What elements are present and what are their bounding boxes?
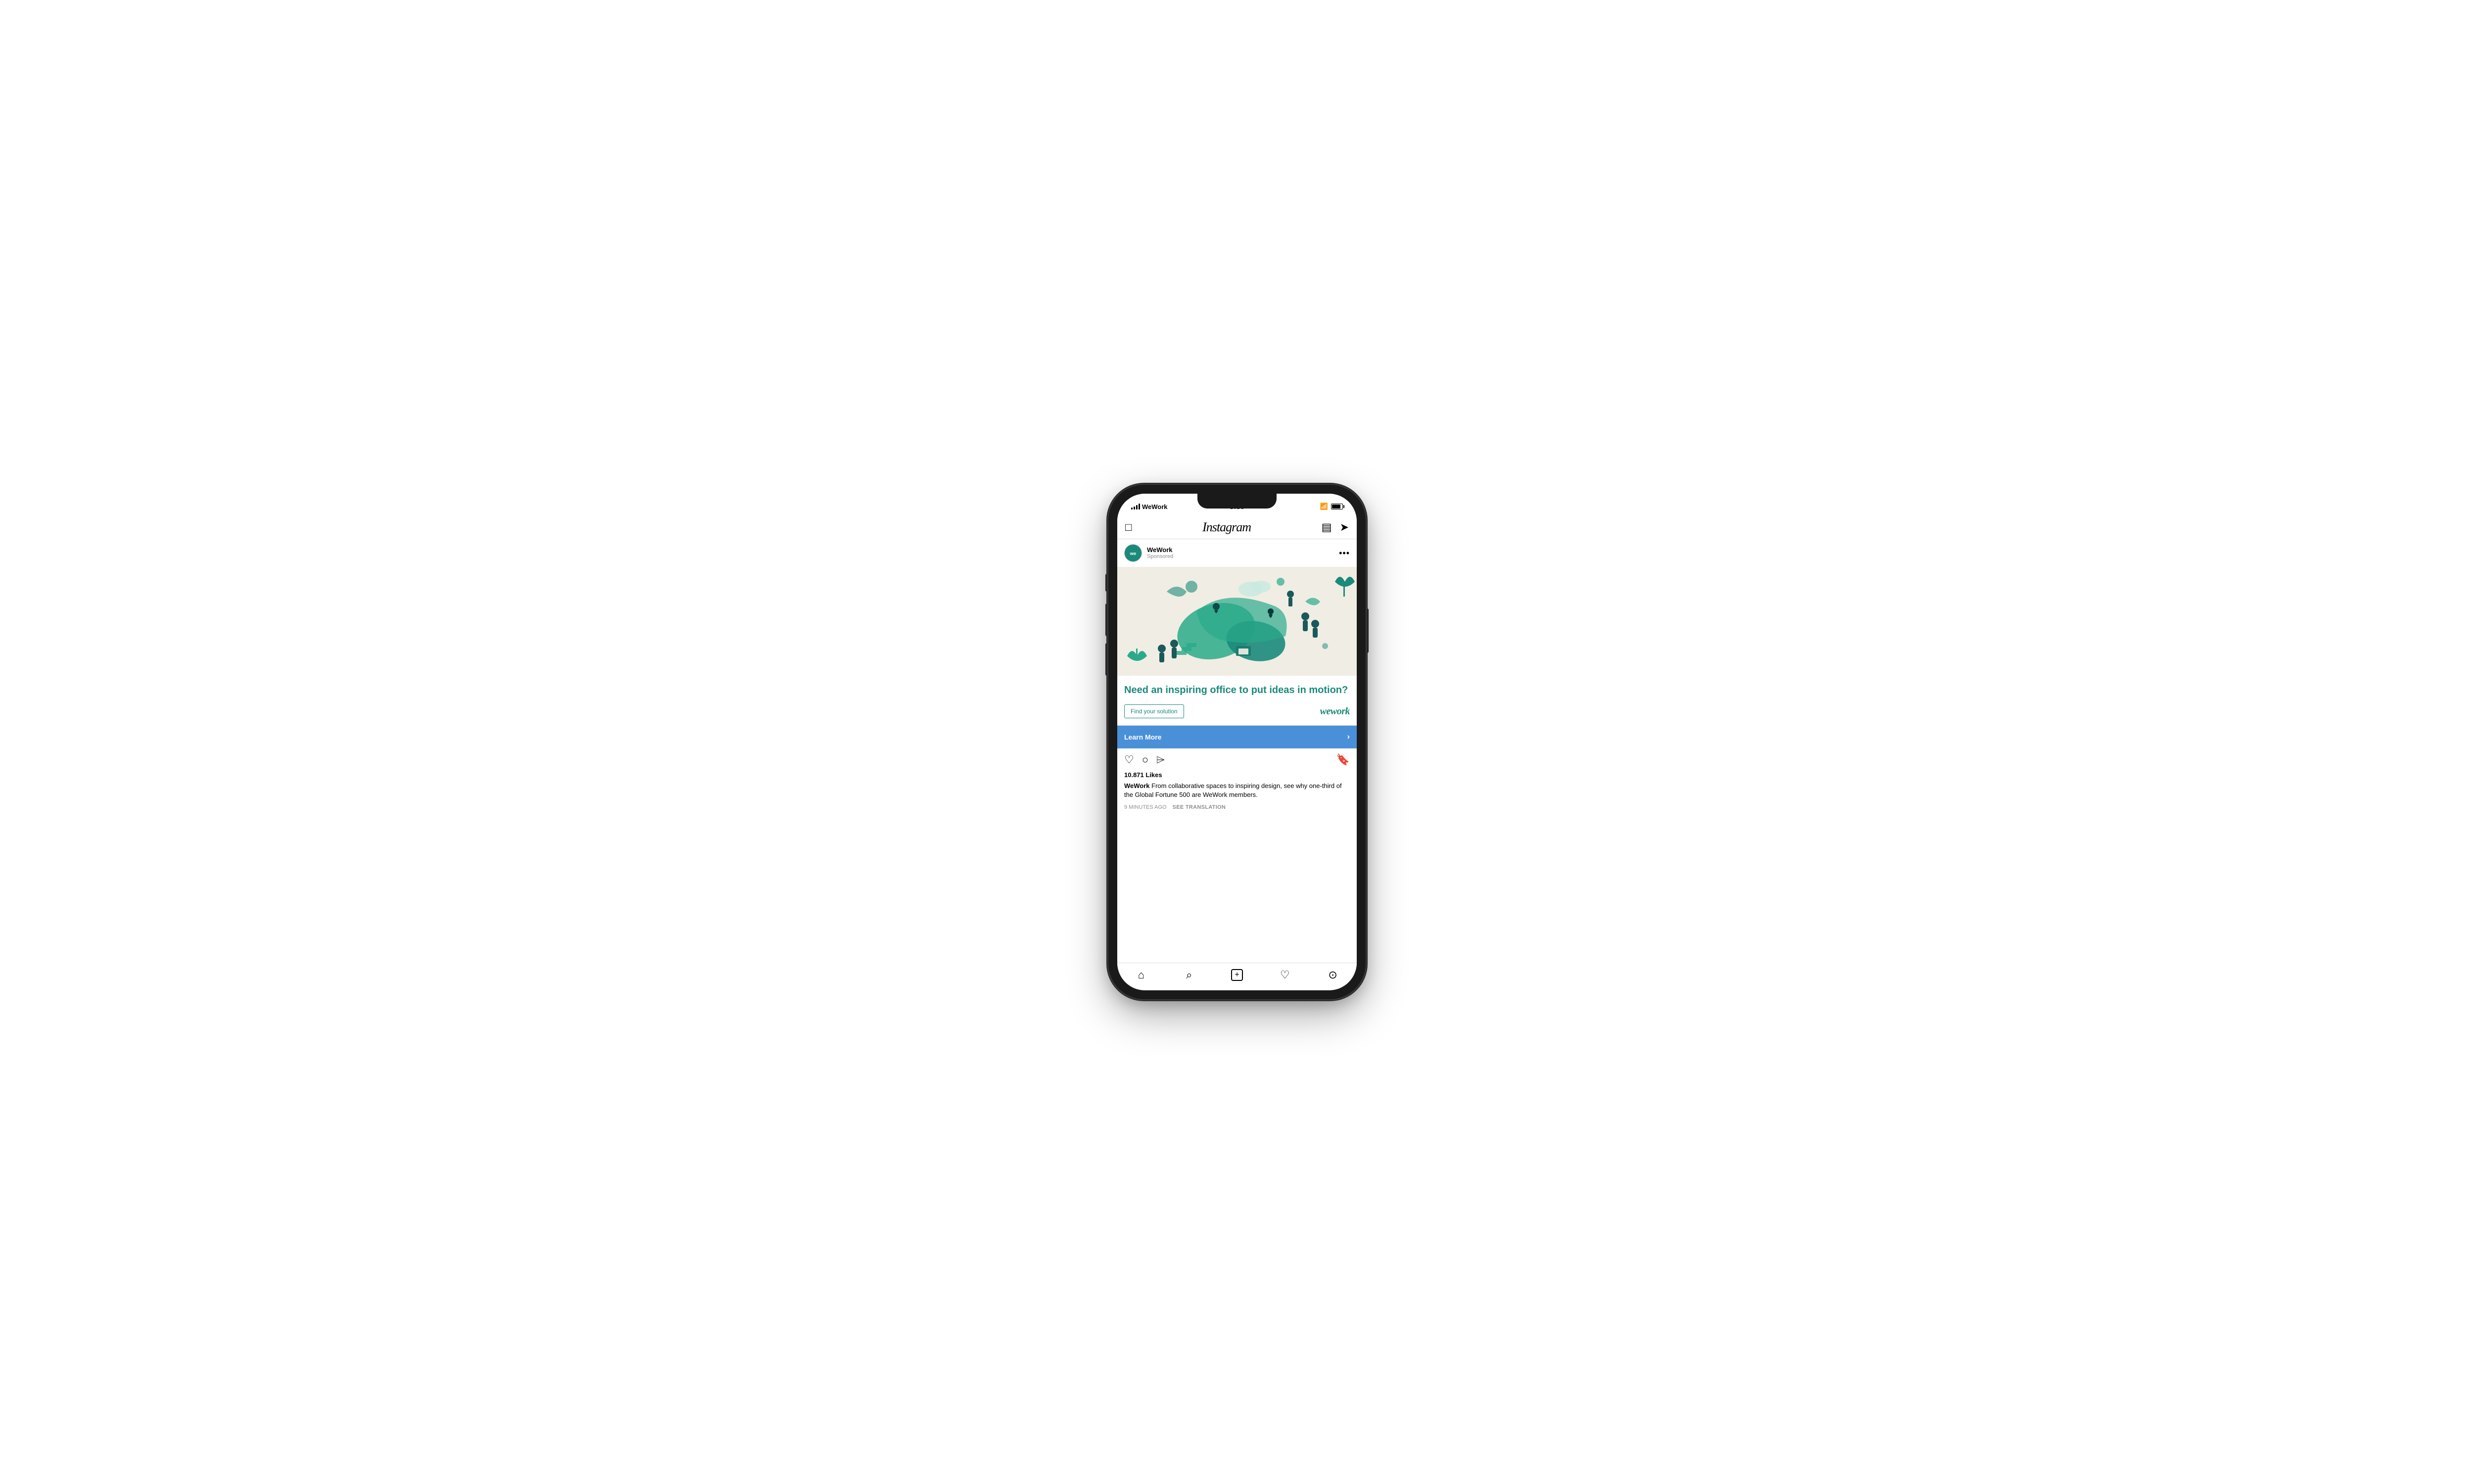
author-name: WeWork bbox=[1147, 546, 1173, 554]
signal-bar-4 bbox=[1139, 504, 1140, 510]
sponsored-label: Sponsored bbox=[1147, 554, 1173, 560]
learn-more-label: Learn More bbox=[1124, 733, 1161, 741]
wework-logo-text: wework bbox=[1320, 706, 1350, 717]
wework-illustration-svg bbox=[1117, 567, 1357, 676]
svg-text:we: we bbox=[1130, 551, 1137, 556]
ad-bottom-row: Find your solution wework bbox=[1124, 704, 1350, 718]
power-button bbox=[1366, 608, 1369, 653]
notch bbox=[1197, 494, 1277, 509]
instagram-header-icons: ▤ ➤ bbox=[1322, 522, 1349, 533]
volume-up-button bbox=[1105, 603, 1108, 636]
mute-button bbox=[1105, 574, 1108, 592]
share-icon[interactable]: ⌲ bbox=[1156, 753, 1165, 766]
home-icon: ⌂ bbox=[1138, 969, 1144, 981]
see-translation[interactable]: SEE TRANSLATION bbox=[1173, 804, 1226, 810]
signal-bars bbox=[1131, 504, 1140, 510]
feed-content[interactable]: we WeWork Sponsored ••• bbox=[1117, 539, 1357, 963]
caption-username: WeWork bbox=[1124, 782, 1150, 789]
instagram-logo: Instagram bbox=[1202, 520, 1251, 535]
signal-bar-3 bbox=[1136, 505, 1138, 510]
post-author: we WeWork Sponsored bbox=[1124, 544, 1173, 562]
status-left: WeWork bbox=[1131, 503, 1168, 510]
status-right: 📶 bbox=[1320, 503, 1343, 510]
nav-activity[interactable]: ♡ bbox=[1261, 963, 1309, 986]
igtv-icon[interactable]: ▤ bbox=[1322, 522, 1332, 533]
ad-text-area: Need an inspiring office to put ideas in… bbox=[1117, 676, 1357, 726]
profile-icon: ⊙ bbox=[1328, 969, 1337, 981]
wework-post: we WeWork Sponsored ••• bbox=[1117, 539, 1357, 815]
ad-headline: Need an inspiring office to put ideas in… bbox=[1124, 684, 1350, 696]
author-info: WeWork Sponsored bbox=[1147, 546, 1173, 560]
signal-bar-2 bbox=[1134, 507, 1135, 510]
post-caption: WeWork From collaborative spaces to insp… bbox=[1117, 781, 1357, 803]
battery-fill bbox=[1332, 505, 1340, 509]
post-meta: 9 MINUTES AGO SEE TRANSLATION bbox=[1117, 803, 1357, 815]
search-icon: ⌕ bbox=[1186, 969, 1192, 981]
camera-icon[interactable]: □ bbox=[1125, 522, 1132, 533]
plus-square-icon: + bbox=[1231, 969, 1243, 981]
bottom-nav: ⌂ ⌕ + ♡ ⊙ bbox=[1117, 963, 1357, 990]
wifi-icon: 📶 bbox=[1320, 503, 1328, 510]
comment-icon[interactable]: ○ bbox=[1142, 753, 1148, 766]
action-bar: ♡ ○ ⌲ 🔖 bbox=[1117, 748, 1357, 769]
bookmark-icon[interactable]: 🔖 bbox=[1336, 753, 1350, 766]
chevron-right-icon: › bbox=[1347, 733, 1350, 742]
send-icon[interactable]: ➤ bbox=[1340, 522, 1349, 533]
action-icons-left: ♡ ○ ⌲ bbox=[1124, 753, 1165, 766]
more-options-icon[interactable]: ••• bbox=[1339, 548, 1350, 558]
time-ago: 9 MINUTES AGO bbox=[1124, 804, 1167, 810]
learn-more-button[interactable]: Learn More › bbox=[1117, 726, 1357, 748]
phone-screen: WeWork 3:30 📶 □ Instagram ▤ ➤ bbox=[1117, 494, 1357, 990]
ad-illustration bbox=[1117, 567, 1357, 676]
nav-add[interactable]: + bbox=[1213, 963, 1261, 986]
find-solution-button[interactable]: Find your solution bbox=[1124, 704, 1184, 718]
signal-bar-1 bbox=[1131, 508, 1133, 510]
action-icons: ♡ ○ ⌲ 🔖 bbox=[1124, 753, 1350, 766]
nav-search[interactable]: ⌕ bbox=[1165, 963, 1213, 986]
phone-mockup: WeWork 3:30 📶 □ Instagram ▤ ➤ bbox=[1108, 485, 1366, 999]
battery-icon bbox=[1331, 504, 1343, 510]
post-header: we WeWork Sponsored ••• bbox=[1117, 539, 1357, 567]
instagram-header: □ Instagram ▤ ➤ bbox=[1117, 515, 1357, 539]
caption-text: From collaborative spaces to inspiring d… bbox=[1124, 782, 1342, 798]
heart-icon[interactable]: ♡ bbox=[1124, 753, 1134, 766]
volume-down-button bbox=[1105, 643, 1108, 676]
wework-avatar-svg: we bbox=[1125, 544, 1142, 562]
heart-nav-icon: ♡ bbox=[1280, 969, 1290, 981]
avatar: we bbox=[1124, 544, 1142, 562]
carrier-label: WeWork bbox=[1142, 503, 1168, 510]
likes-count: 10.871 Likes bbox=[1117, 769, 1357, 781]
